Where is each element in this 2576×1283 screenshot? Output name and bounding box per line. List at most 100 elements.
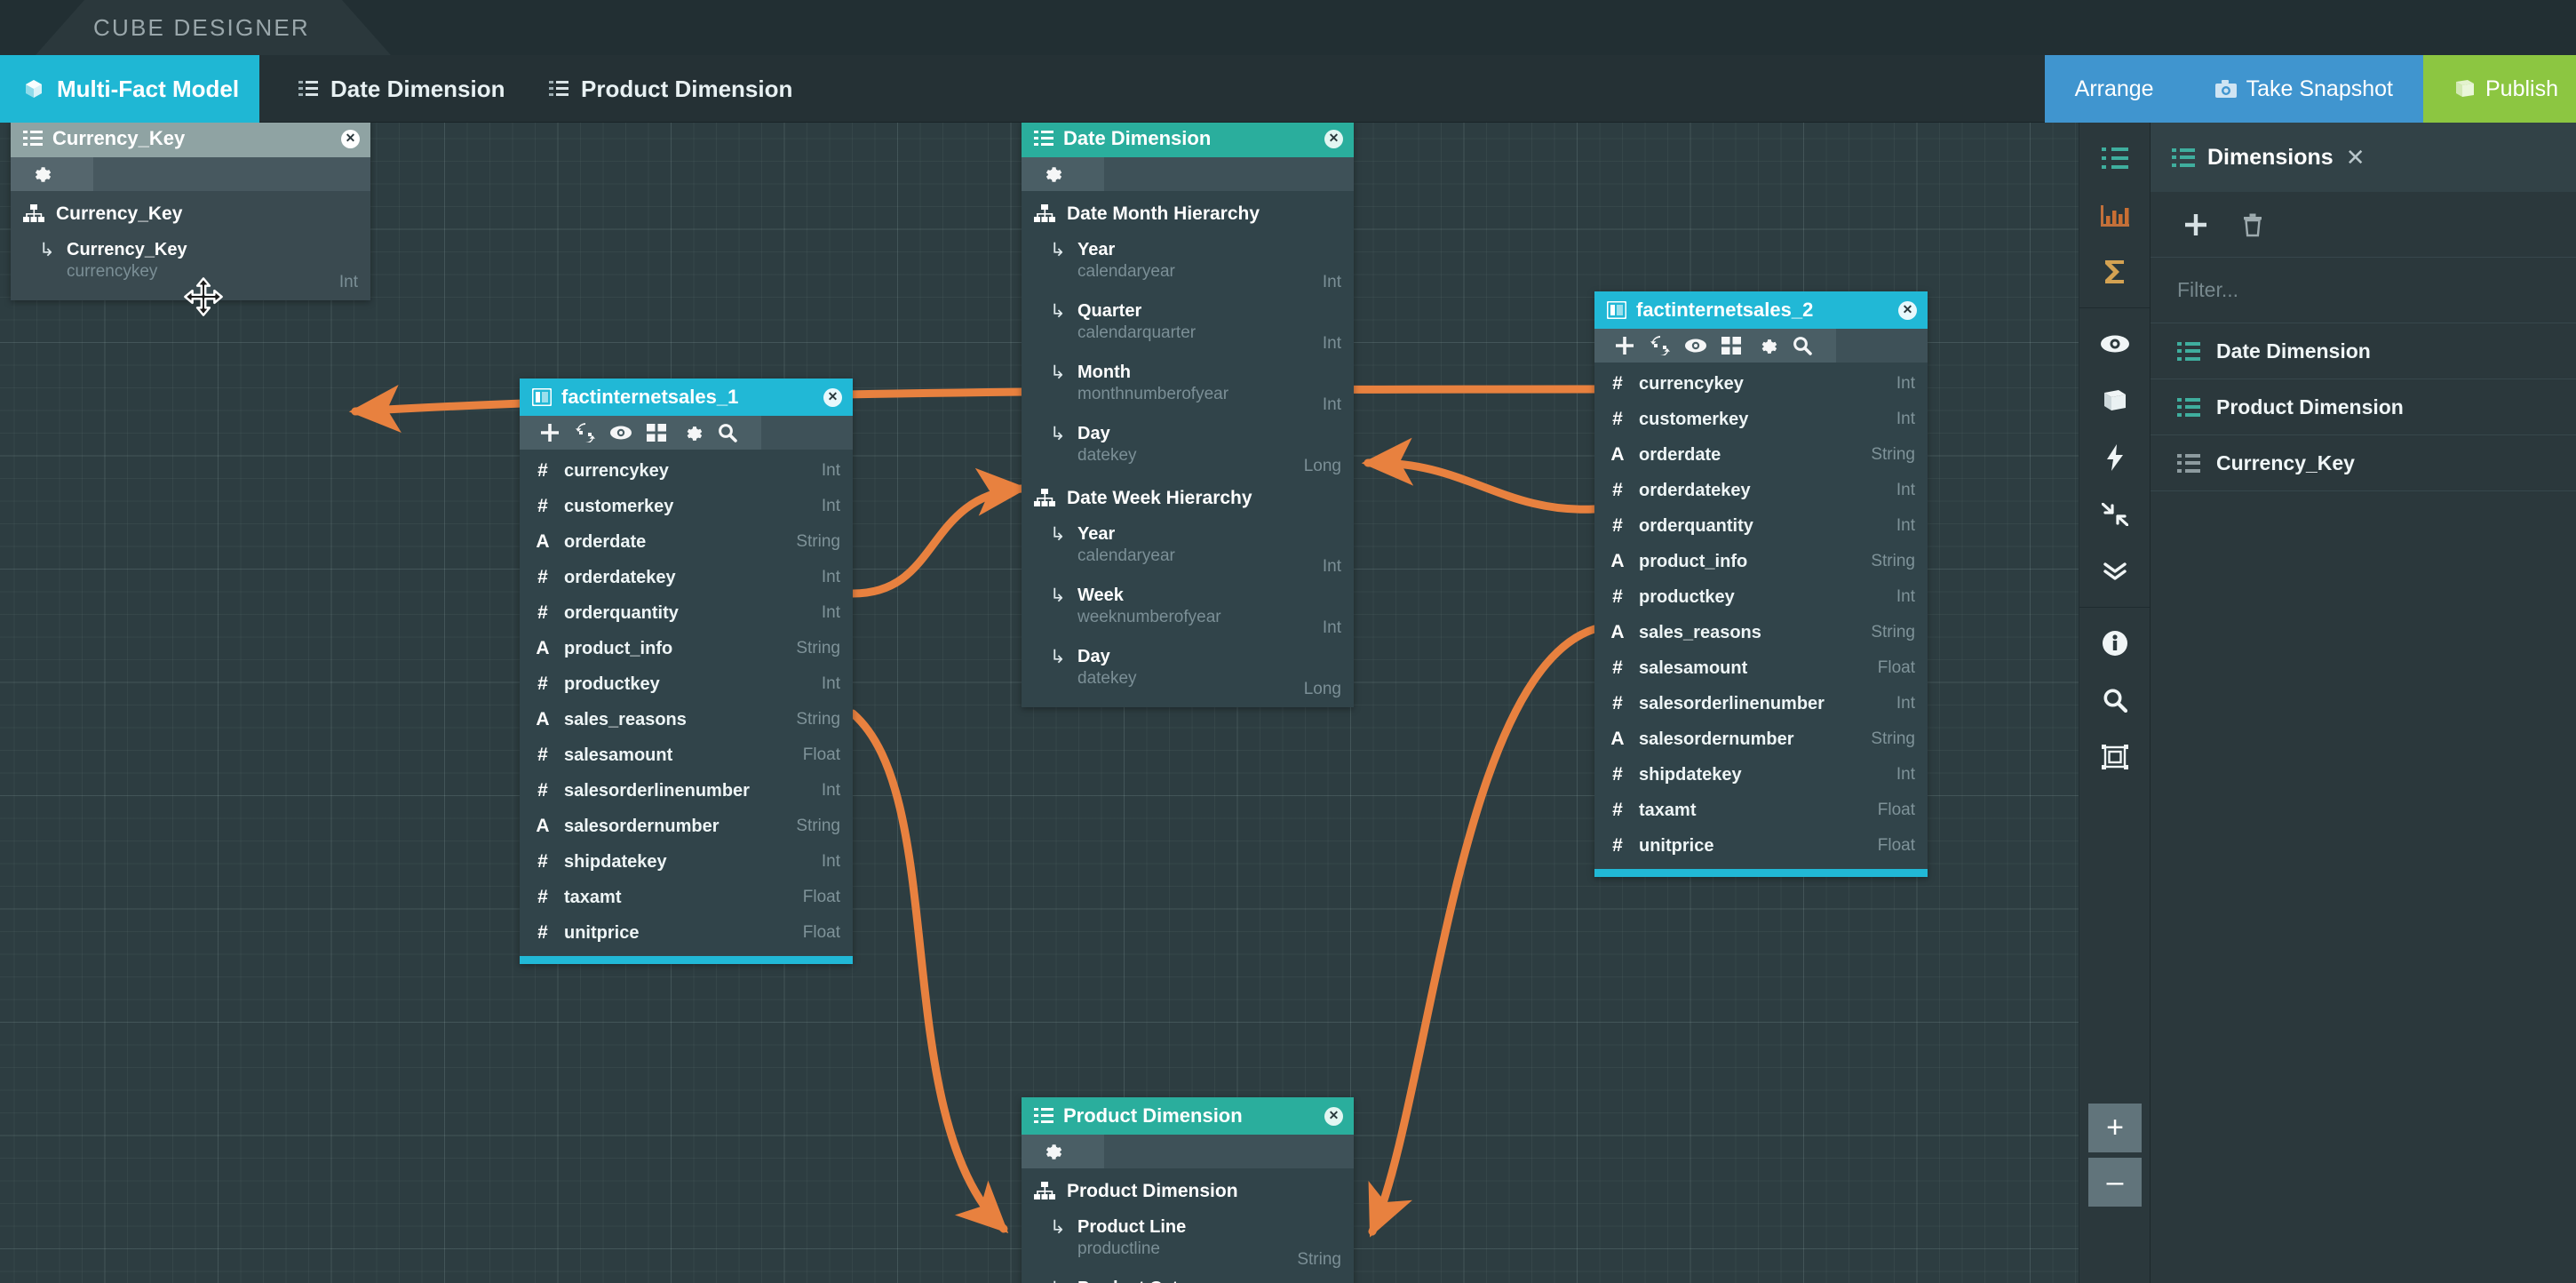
close-icon[interactable]: ✕ (1324, 1106, 1343, 1126)
select-region-icon[interactable] (2079, 729, 2151, 785)
gear-icon[interactable] (1749, 329, 1785, 363)
close-icon[interactable]: ✕ (823, 387, 842, 407)
search-icon[interactable] (710, 416, 745, 450)
field-row[interactable]: # shipdatekey Int (1594, 757, 1928, 793)
book-icon[interactable] (2079, 372, 2151, 429)
hierarchy-title-row[interactable]: Date Month Hierarchy (1022, 195, 1354, 234)
field-row[interactable]: Asales_reasons String (1594, 615, 1928, 650)
field-row[interactable]: # orderquantity Int (1594, 508, 1928, 544)
field-row[interactable]: # shipdatekey Int (520, 844, 853, 880)
field-row[interactable]: Asalesordernumber String (1594, 721, 1928, 757)
dimension-item-currency-key[interactable]: Currency_Key (2151, 435, 2576, 491)
bar-chart-icon[interactable] (2079, 187, 2151, 243)
field-row[interactable]: # salesorderlinenumber Int (1594, 686, 1928, 721)
zoom-in-button[interactable]: + (2088, 1104, 2142, 1152)
close-icon[interactable]: ✕ (1898, 300, 1917, 320)
node-header[interactable]: factinternetsales_2 ✕ (1594, 291, 1928, 329)
gear-icon[interactable] (1034, 1135, 1069, 1168)
grid-icon[interactable] (1713, 329, 1749, 363)
field-row[interactable]: # customerkey Int (520, 489, 853, 524)
node-toolbar[interactable] (520, 416, 853, 450)
field-row[interactable]: # orderdatekey Int (1594, 473, 1928, 508)
dimension-item-date-dimension[interactable]: Date Dimension (2151, 323, 2576, 379)
field-row[interactable]: # unitprice Float (1594, 828, 1928, 864)
field-row[interactable]: Aorderdate String (1594, 437, 1928, 473)
attribute-row[interactable]: ↳ Product Line productline String (1022, 1211, 1354, 1272)
tab-product-dimension[interactable]: Product Dimension (526, 55, 815, 123)
refresh-icon[interactable] (568, 416, 603, 450)
field-row[interactable]: Asalesordernumber String (520, 809, 853, 844)
node-toolbar[interactable] (1022, 1135, 1354, 1168)
search-icon[interactable] (2079, 672, 2151, 729)
field-row[interactable]: # salesorderlinenumber Int (520, 773, 853, 809)
info-icon[interactable] (2079, 615, 2151, 672)
eye-icon[interactable] (1678, 329, 1713, 363)
field-row[interactable]: # salesamount Float (520, 737, 853, 773)
node-currency-key[interactable]: Currency_Key ✕ Currency_Key ↳ Currency_K… (11, 123, 370, 300)
node-header[interactable]: Product Dimension ✕ (1022, 1097, 1354, 1135)
node-factinternetsales-1[interactable]: factinternetsales_1 ✕ # currencykey Int (520, 379, 853, 964)
field-row[interactable]: Asales_reasons String (520, 702, 853, 737)
eye-icon[interactable] (2079, 315, 2151, 372)
attribute-row[interactable]: ↳ Year calendaryear Int (1022, 234, 1354, 295)
gear-icon[interactable] (1034, 157, 1069, 191)
field-row[interactable]: # taxamt Float (520, 880, 853, 915)
search-icon[interactable] (1785, 329, 1820, 363)
field-row[interactable]: # productkey Int (1594, 579, 1928, 615)
field-row[interactable]: # taxamt Float (1594, 793, 1928, 828)
refresh-icon[interactable] (1642, 329, 1678, 363)
tab-multi-fact-model[interactable]: Multi-Fact Model (0, 55, 259, 123)
node-header[interactable]: Currency_Key ✕ (11, 123, 370, 157)
node-toolbar[interactable] (1594, 329, 1928, 363)
field-row[interactable]: # productkey Int (520, 666, 853, 702)
hierarchy-title-row[interactable]: Date Week Hierarchy (1022, 479, 1354, 518)
field-row[interactable]: # currencykey Int (1594, 366, 1928, 402)
dimension-item-product-dimension[interactable]: Product Dimension (2151, 379, 2576, 435)
node-header[interactable]: factinternetsales_1 ✕ (520, 379, 853, 416)
attribute-row[interactable]: ↳ Day datekey Long (1022, 418, 1354, 479)
gear-icon[interactable] (674, 416, 710, 450)
field-row[interactable]: Aproduct_info String (1594, 544, 1928, 579)
node-product-dimension[interactable]: Product Dimension ✕ Product Dimension ↳ (1022, 1097, 1354, 1283)
chevrons-down-icon[interactable] (2079, 543, 2151, 600)
trash-icon[interactable] (2232, 204, 2273, 245)
field-row[interactable]: # unitprice Float (520, 915, 853, 951)
model-canvas[interactable]: Currency_Key ✕ Currency_Key ↳ Currency_K… (0, 123, 2150, 1283)
attribute-row[interactable]: ↳ Month monthnumberofyear Int (1022, 356, 1354, 418)
gear-icon[interactable] (23, 157, 59, 191)
sigma-icon[interactable] (2079, 243, 2151, 300)
publish-button[interactable]: Publish (2423, 55, 2576, 123)
plus-icon[interactable] (2175, 204, 2216, 245)
arrange-button[interactable]: Arrange (2044, 55, 2184, 123)
node-header[interactable]: Date Dimension ✕ (1022, 123, 1354, 157)
take-snapshot-button[interactable]: Take Snapshot (2183, 55, 2423, 123)
filter-field[interactable] (2151, 258, 2576, 323)
node-factinternetsales-2[interactable]: factinternetsales_2 ✕ # currencykey Int (1594, 291, 1928, 877)
attribute-row[interactable]: ↳ Week weeknumberofyear Int (1022, 579, 1354, 641)
field-row[interactable]: Aproduct_info String (520, 631, 853, 666)
field-row[interactable]: # orderquantity Int (520, 595, 853, 631)
eye-icon[interactable] (603, 416, 639, 450)
node-toolbar[interactable] (1022, 157, 1354, 191)
field-row[interactable]: # orderdatekey Int (520, 560, 853, 595)
field-row[interactable]: # currencykey Int (520, 453, 853, 489)
tab-date-dimension[interactable]: Date Dimension (275, 55, 529, 123)
node-date-dimension[interactable]: Date Dimension ✕ Date Month Hierarchy ↳ (1022, 123, 1354, 707)
filter-input[interactable] (2177, 278, 2537, 302)
dimensions-list-icon[interactable] (2079, 130, 2151, 187)
lightning-icon[interactable] (2079, 429, 2151, 486)
node-toolbar[interactable] (11, 157, 370, 191)
close-icon[interactable]: ✕ (341, 129, 360, 148)
plus-icon[interactable] (1607, 329, 1642, 363)
attribute-row[interactable]: ↳ Year calendaryear Int (1022, 518, 1354, 579)
hierarchy-title-row[interactable]: Currency_Key (11, 195, 370, 234)
zoom-out-button[interactable]: – (2088, 1158, 2142, 1207)
attribute-row[interactable]: ↳ Quarter calendarquarter Int (1022, 295, 1354, 356)
attribute-row[interactable]: ↳ Day datekey Long (1022, 641, 1354, 702)
plus-icon[interactable] (532, 416, 568, 450)
grid-icon[interactable] (639, 416, 674, 450)
hierarchy-title-row[interactable]: Product Dimension (1022, 1172, 1354, 1211)
close-icon[interactable]: ✕ (1324, 129, 1343, 148)
field-row[interactable]: # salesamount Float (1594, 650, 1928, 686)
collapse-icon[interactable] (2079, 486, 2151, 543)
